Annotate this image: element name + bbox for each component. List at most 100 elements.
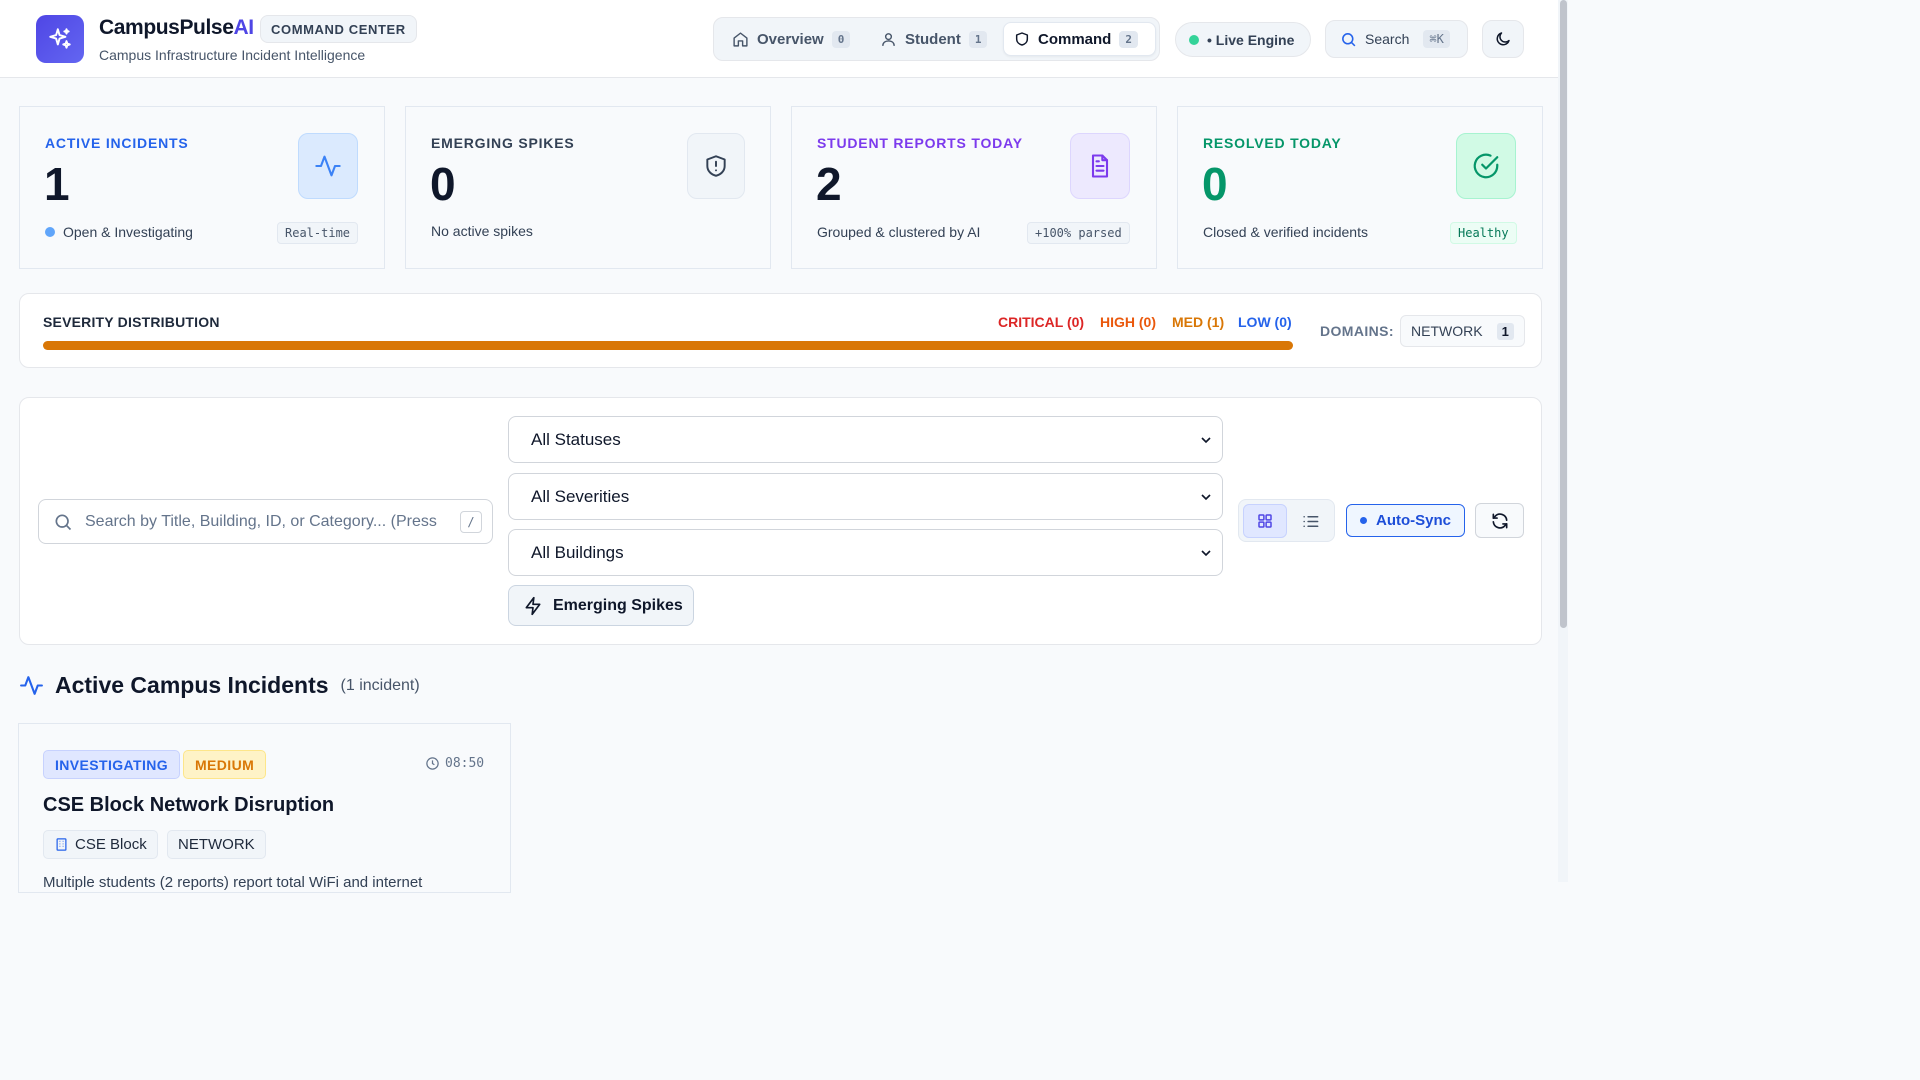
live-engine-label: • Live Engine xyxy=(1207,31,1295,48)
status-select-value: All Statuses xyxy=(531,429,621,449)
legend-low[interactable]: LOW (0) xyxy=(1238,314,1292,330)
stat-label: RESOLVED TODAY xyxy=(1203,135,1342,151)
user-icon xyxy=(882,32,895,46)
chevron-down-icon xyxy=(1201,493,1211,500)
stat-tag: Healthy xyxy=(1450,222,1517,244)
status-select[interactable]: All Statuses xyxy=(508,416,1223,463)
building-icon xyxy=(56,838,67,851)
file-text-icon xyxy=(1091,154,1109,178)
stat-icon-box xyxy=(298,133,358,199)
severity-select[interactable]: All Severities xyxy=(508,473,1223,520)
nav-student-label: Student xyxy=(905,30,961,48)
app-logo[interactable] xyxy=(36,15,84,63)
stat-value: 0 xyxy=(430,158,456,210)
incident-time: 08:50 xyxy=(425,756,484,771)
stat-value: 2 xyxy=(816,158,842,210)
stat-card-resolved-today[interactable]: RESOLVED TODAY 0 Closed & verified incid… xyxy=(1177,106,1543,269)
nav-command-label: Command xyxy=(1038,30,1112,48)
domain-count: 1 xyxy=(1496,322,1514,340)
shield-icon xyxy=(1015,32,1029,46)
stat-description: Open & Investigating xyxy=(45,224,193,240)
active-incidents-heading: Active Campus Incidents (1 incident) xyxy=(19,672,420,699)
nav-student[interactable]: Student 1 xyxy=(870,22,997,56)
building-select[interactable]: All Buildings xyxy=(508,529,1223,576)
nav-overview-count: 0 xyxy=(831,30,851,48)
domains-label: DOMAINS: xyxy=(1320,323,1394,339)
search-icon xyxy=(1342,32,1356,46)
severity-bar xyxy=(43,341,1293,350)
incident-title[interactable]: CSE Block Network Disruption xyxy=(43,794,334,817)
grid-view-button[interactable] xyxy=(1243,504,1287,538)
nav-command[interactable]: Command 2 xyxy=(1003,22,1156,56)
severity-select-value: All Severities xyxy=(531,486,630,506)
shield-alert-icon xyxy=(706,155,726,177)
auto-sync-button[interactable]: Auto-Sync xyxy=(1346,504,1465,537)
app-header: CampusPulseAI COMMAND CENTER Campus Infr… xyxy=(0,0,1558,78)
incident-time-text: 08:50 xyxy=(445,756,485,771)
command-center-badge: COMMAND CENTER xyxy=(260,15,417,43)
theme-toggle-button[interactable] xyxy=(1482,20,1524,58)
stat-card-emerging-spikes[interactable]: EMERGING SPIKES 0 No active spikes xyxy=(405,106,771,269)
refresh-icon xyxy=(1492,512,1507,529)
incident-search-input[interactable] xyxy=(85,512,437,531)
stat-description: Closed & verified incidents xyxy=(1203,224,1368,240)
nav-command-count: 2 xyxy=(1119,30,1138,48)
stat-icon-box xyxy=(1070,133,1130,199)
stat-tag: Real-time xyxy=(277,222,359,244)
legend-medium[interactable]: MED (1) xyxy=(1172,314,1224,330)
moon-icon xyxy=(1496,32,1510,46)
activity-icon xyxy=(315,155,341,177)
domain-chip-network[interactable]: NETWORK 1 xyxy=(1400,315,1525,347)
view-mode-toggle xyxy=(1238,499,1335,542)
building-chip-label: CSE Block xyxy=(75,836,147,853)
legend-critical[interactable]: CRITICAL (0) xyxy=(998,314,1084,330)
severity-title: SEVERITY DISTRIBUTION xyxy=(43,314,220,330)
stat-value: 0 xyxy=(1202,158,1228,210)
stat-label: ACTIVE INCIDENTS xyxy=(45,135,189,151)
brand-main: CampusPulse xyxy=(99,16,234,39)
brand-name: CampusPulseAI xyxy=(99,16,254,40)
stat-card-student-reports[interactable]: STUDENT REPORTS TODAY 2 Grouped & cluste… xyxy=(791,106,1157,269)
nav-overview-label: Overview xyxy=(757,30,824,48)
view-switcher: Overview 0 Student 1 Command 2 xyxy=(713,17,1160,61)
scrollbar-thumb[interactable] xyxy=(1560,0,1567,628)
refresh-button[interactable] xyxy=(1475,503,1524,538)
domain-name: NETWORK xyxy=(1411,323,1483,339)
building-chip: CSE Block xyxy=(43,830,158,859)
auto-sync-label: Auto-Sync xyxy=(1376,512,1451,529)
incident-card[interactable]: INVESTIGATING MEDIUM 08:50 CSE Block Net… xyxy=(18,723,511,893)
global-search-button[interactable]: Search ⌘K xyxy=(1325,20,1468,58)
list-view-button[interactable] xyxy=(1288,504,1332,538)
section-title: Active Campus Incidents xyxy=(55,672,329,698)
stat-tag: +100% parsed xyxy=(1027,222,1130,244)
filter-panel: / All Statuses All Severities All Buildi… xyxy=(19,397,1542,645)
check-circle-icon xyxy=(1473,153,1499,179)
category-chip: NETWORK xyxy=(167,830,266,859)
search-label: Search xyxy=(1365,31,1410,47)
search-shortcut: ⌘K xyxy=(1423,30,1450,48)
emerging-spikes-button[interactable]: Emerging Spikes xyxy=(508,585,694,626)
incident-search-field[interactable]: / xyxy=(38,499,493,544)
stat-label: EMERGING SPIKES xyxy=(431,135,575,151)
search-shortcut-hint: / xyxy=(460,511,482,533)
status-badge: INVESTIGATING xyxy=(43,750,181,779)
stat-description: Grouped & clustered by AI xyxy=(817,224,980,240)
severity-badge: MEDIUM xyxy=(183,750,267,779)
nav-student-count: 1 xyxy=(968,30,988,48)
stat-card-active-incidents[interactable]: ACTIVE INCIDENTS 1 Open & Investigating … xyxy=(19,106,385,269)
emerging-spikes-label: Emerging Spikes xyxy=(553,596,683,614)
stat-icon-box xyxy=(1456,133,1516,199)
stat-description: No active spikes xyxy=(431,223,533,239)
severity-distribution-panel: SEVERITY DISTRIBUTION CRITICAL (0) HIGH … xyxy=(19,293,1542,368)
incident-count: (1 incident) xyxy=(340,676,420,694)
legend-high[interactable]: HIGH (0) xyxy=(1100,314,1156,330)
chevron-down-icon xyxy=(1201,549,1211,556)
stat-desc-text: Closed & verified incidents xyxy=(1203,224,1368,240)
nav-overview[interactable]: Overview 0 xyxy=(722,22,860,56)
live-engine-status[interactable]: • Live Engine xyxy=(1175,22,1311,57)
stat-desc-text: No active spikes xyxy=(431,223,533,239)
stat-desc-text: Grouped & clustered by AI xyxy=(817,224,981,240)
app-subtitle: Campus Infrastructure Incident Intellige… xyxy=(99,47,366,63)
live-dot-icon xyxy=(1189,34,1199,45)
sync-dot-icon xyxy=(1360,517,1367,524)
